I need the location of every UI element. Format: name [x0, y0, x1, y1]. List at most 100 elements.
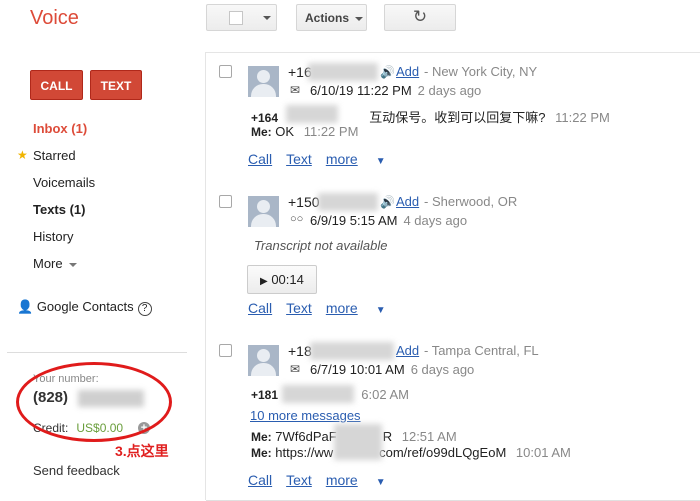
message-item[interactable]: +18 Add - Tampa Central, FL ✉ 6/7/19 10:…: [206, 332, 700, 501]
redacted-number: [286, 105, 338, 123]
sidebar-item-texts[interactable]: Texts (1): [33, 202, 86, 217]
sms-sender: Me:: [251, 125, 272, 139]
sms-text: 互动保号。收到可以回复下嘛?: [369, 110, 546, 125]
redacted-text: [282, 385, 354, 403]
message-date: 6/9/19 5:15 AM 4 days ago: [310, 213, 467, 228]
triangle-down-icon[interactable]: ▼: [376, 156, 386, 167]
message-date-text: 6/9/19 5:15 AM: [310, 213, 398, 228]
avatar: [248, 196, 279, 227]
text-button[interactable]: TEXT: [90, 70, 142, 100]
sms-sender: +181: [251, 388, 279, 402]
app-logo[interactable]: Voice: [30, 7, 79, 30]
add-contact-link[interactable]: Add: [396, 343, 419, 358]
speaker-icon[interactable]: 🔊: [380, 195, 395, 209]
message-item[interactable]: +150 🔊 Add - Sherwood, OR ○○ 6/9/19 5:15…: [206, 183, 700, 333]
message-date-text: 6/7/19 10:01 AM: [310, 362, 405, 377]
add-contact-link[interactable]: Add: [396, 64, 419, 79]
sidebar-item-more-label: More: [33, 256, 63, 271]
more-link[interactable]: more: [326, 472, 358, 488]
sms-text-tail: R: [382, 429, 393, 444]
sidebar-item-voicemails[interactable]: Voicemails: [33, 175, 95, 190]
call-button[interactable]: CALL: [30, 70, 83, 100]
message-age: 6 days ago: [410, 362, 475, 377]
sms-text-tail: com/ref/o99dLQgEoM: [379, 445, 507, 460]
caller-location: - Sherwood, OR: [424, 194, 518, 209]
top-bar: Voice Actions ↻: [0, 0, 700, 53]
refresh-button[interactable]: ↻: [384, 4, 456, 31]
more-link[interactable]: more: [326, 151, 358, 167]
sidebar-item-inbox[interactable]: Inbox (1): [33, 121, 87, 136]
triangle-down-icon[interactable]: ▼: [376, 305, 386, 316]
play-voicemail-button[interactable]: ▶ 00:14: [247, 265, 317, 294]
message-icon: ✉: [290, 362, 301, 376]
sms-sender: +164: [251, 111, 279, 125]
chevron-down-icon: [68, 262, 77, 267]
redacted-number: [310, 342, 394, 360]
message-date-text: 6/10/19 11:22 PM: [310, 83, 412, 98]
more-messages-link[interactable]: 10 more messages: [250, 408, 361, 423]
sms-line: Me: OK 11:22 PM: [251, 124, 358, 139]
message-actions: Call Text more ▼: [248, 472, 400, 488]
actions-dropdown[interactable]: Actions: [296, 4, 367, 31]
redacted-number: [308, 63, 378, 81]
message-date: 6/7/19 10:01 AM 6 days ago: [310, 362, 474, 377]
sms-line: Me: https://ww com/ref/o99dLQgEoM 10:01 A…: [251, 445, 571, 460]
sidebar-item-starred[interactable]: Starred: [33, 148, 76, 163]
caller-number[interactable]: +150: [288, 194, 320, 210]
speaker-icon[interactable]: 🔊: [380, 65, 395, 79]
message-checkbox[interactable]: [219, 195, 232, 208]
more-link[interactable]: more: [326, 300, 358, 316]
caller-location: - New York City, NY: [424, 64, 538, 79]
message-checkbox[interactable]: [219, 65, 232, 78]
message-actions: Call Text more ▼: [248, 300, 400, 316]
redacted-text: [334, 424, 382, 460]
play-icon: ▶: [260, 276, 268, 287]
message-item[interactable]: +16 🔊 Add - New York City, NY ✉ 6/10/19 …: [206, 53, 700, 184]
sms-text: https://ww: [275, 445, 334, 460]
message-actions: Call Text more ▼: [248, 151, 400, 167]
person-icon: 👤: [17, 299, 34, 314]
caller-location: - Tampa Central, FL: [424, 343, 539, 358]
call-link[interactable]: Call: [248, 151, 272, 167]
divider: [7, 352, 187, 353]
annotation-circle: [16, 362, 172, 442]
redacted-number: [318, 193, 378, 211]
refresh-icon: ↻: [412, 7, 428, 26]
triangle-down-icon[interactable]: ▼: [376, 477, 386, 488]
sms-time: 12:51 AM: [401, 429, 457, 444]
text-link[interactable]: Text: [286, 472, 312, 488]
send-feedback-link[interactable]: Send feedback: [33, 463, 120, 478]
message-checkbox[interactable]: [219, 344, 232, 357]
annotation-text: 3.点这里: [115, 443, 169, 459]
message-date: 6/10/19 11:22 PM 2 days ago: [310, 83, 481, 98]
avatar: [248, 66, 279, 97]
select-all-button[interactable]: [206, 4, 277, 31]
add-contact-link[interactable]: Add: [396, 194, 419, 209]
text-link[interactable]: Text: [286, 300, 312, 316]
sidebar-item-more[interactable]: More: [33, 256, 77, 271]
help-icon[interactable]: ?: [137, 302, 152, 316]
call-link[interactable]: Call: [248, 300, 272, 316]
message-age: 4 days ago: [403, 213, 468, 228]
google-contacts-label: Google Contacts: [36, 299, 134, 314]
sms-time: 6:02 AM: [361, 387, 409, 402]
sidebar: CALL TEXT Inbox (1) ★ Starred Voicemails…: [0, 52, 206, 500]
avatar: [248, 345, 279, 376]
transcript-status: Transcript not available: [254, 238, 388, 253]
sms-time: 11:22 PM: [303, 124, 359, 139]
sms-time: 11:22 PM: [555, 110, 610, 125]
sms-text: 7Wf6dPaF: [275, 429, 337, 444]
sms-text: OK: [275, 124, 295, 139]
voicemail-duration: 00:14: [271, 272, 304, 287]
sidebar-item-history[interactable]: History: [33, 229, 73, 244]
select-all-checkbox[interactable]: [229, 11, 243, 25]
google-contacts-link[interactable]: 👤 Google Contacts?: [17, 299, 152, 316]
call-link[interactable]: Call: [248, 472, 272, 488]
sms-sender: Me:: [251, 446, 272, 460]
caller-number[interactable]: +18: [288, 343, 312, 359]
text-link[interactable]: Text: [286, 151, 312, 167]
chevron-down-icon: [355, 16, 364, 21]
message-age: 2 days ago: [417, 83, 482, 98]
sms-sender: Me:: [251, 430, 272, 444]
chevron-down-icon: [263, 16, 271, 20]
